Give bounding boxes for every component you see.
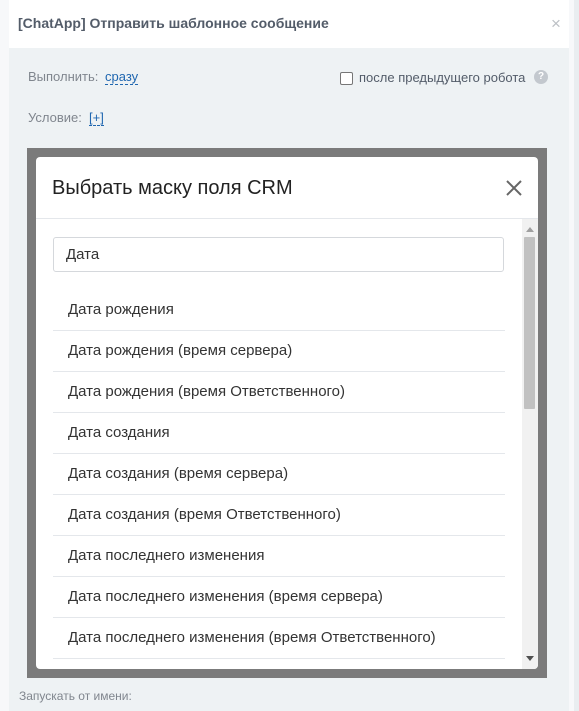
- scroll-thumb[interactable]: [524, 237, 535, 409]
- list-item[interactable]: Дата рождения: [53, 290, 505, 331]
- list-item[interactable]: Дата последнего изменения (время сервера…: [53, 577, 505, 618]
- close-icon[interactable]: [502, 176, 526, 200]
- run-timing-link[interactable]: сразу: [105, 69, 139, 85]
- list-item[interactable]: Дата последнего изменения (время Ответст…: [53, 618, 505, 659]
- list-item[interactable]: Дата последнего изменения: [53, 536, 505, 577]
- list-item[interactable]: Дата рождения (время Ответственного): [53, 372, 505, 413]
- after-previous-checkbox[interactable]: [340, 72, 353, 85]
- list-item[interactable]: Дата создания: [53, 413, 505, 454]
- list-item[interactable]: Дата создания (время сервера): [53, 454, 505, 495]
- after-previous-label[interactable]: после предыдущего робота: [359, 70, 525, 85]
- modal-title: Выбрать маску поля CRM: [52, 177, 293, 199]
- modal-divider: [36, 218, 538, 219]
- list-item[interactable]: Дата создания (время Ответственного): [53, 495, 505, 536]
- background-stripe: [574, 0, 579, 711]
- help-icon[interactable]: ?: [534, 70, 548, 84]
- list-item[interactable]: Дата рождения (время сервера): [53, 331, 505, 372]
- run-as-label: Запускать от имени:: [19, 689, 132, 703]
- run-label: Выполнить:: [28, 69, 99, 84]
- field-search-input[interactable]: [53, 237, 504, 272]
- dialog-close-icon[interactable]: ×: [546, 14, 566, 34]
- scroll-down-arrow-icon[interactable]: [526, 656, 534, 661]
- condition-label: Условие:: [28, 110, 82, 125]
- dialog-title: [ChatApp] Отправить шаблонное сообщение: [18, 15, 329, 31]
- crm-field-mask-modal: Выбрать маску поля CRM Дата рождения Дат…: [36, 157, 538, 669]
- dialog-header: [ChatApp] Отправить шаблонное сообщение …: [9, 0, 569, 48]
- field-list: Дата рождения Дата рождения (время серве…: [53, 290, 505, 659]
- scrollbar[interactable]: [522, 219, 538, 669]
- add-condition-link[interactable]: [+]: [89, 110, 104, 126]
- scroll-up-arrow-icon[interactable]: [526, 227, 534, 232]
